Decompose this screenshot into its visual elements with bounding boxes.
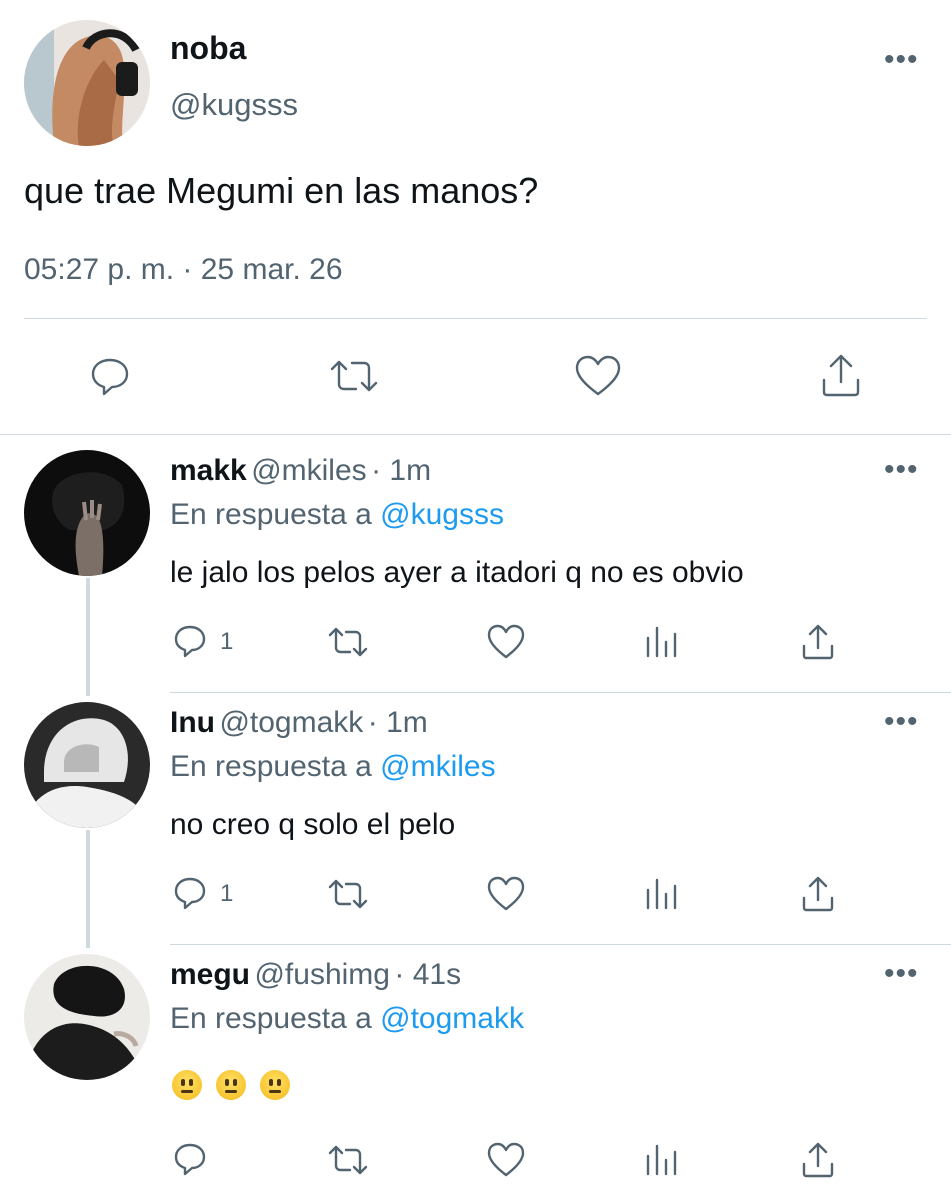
- reply-text: no creo q solo el pelo: [170, 808, 456, 841]
- reply-author-handle[interactable]: @mkiles: [251, 454, 366, 487]
- analytics-button[interactable]: [644, 1142, 678, 1178]
- analytics-button[interactable]: [644, 876, 678, 912]
- avatar-image: [24, 702, 150, 828]
- neutral-face-emoji: [172, 1070, 202, 1100]
- analytics-icon: [646, 878, 677, 910]
- reply-to-mention[interactable]: @togmakk: [380, 1002, 524, 1035]
- reply-button[interactable]: [86, 352, 134, 400]
- divider: [170, 692, 951, 693]
- avatar[interactable]: [24, 702, 150, 828]
- share-icon: [802, 876, 834, 912]
- reply-time[interactable]: · 41s: [394, 958, 461, 991]
- avatar-image: [24, 450, 150, 576]
- reply-icon: [174, 877, 206, 910]
- analytics-icon: [646, 626, 677, 658]
- tweet-timestamp[interactable]: 05:27 p. m. · 25 mar. 26: [24, 253, 343, 287]
- retweet-button[interactable]: [326, 622, 370, 662]
- author-name[interactable]: noba: [170, 30, 246, 67]
- reply-context-label: En respuesta a: [170, 750, 372, 783]
- reply-to-mention[interactable]: @kugsss: [380, 498, 504, 531]
- more-options-icon[interactable]: •••: [884, 45, 919, 75]
- retweet-icon: [330, 360, 378, 392]
- retweet-button[interactable]: [326, 874, 370, 914]
- reply-context-label: En respuesta a: [170, 1002, 372, 1035]
- reply-author-name[interactable]: makk: [170, 454, 247, 487]
- like-button[interactable]: [486, 874, 526, 914]
- avatar-image: [24, 20, 150, 146]
- analytics-icon: [646, 1144, 677, 1176]
- like-icon: [487, 876, 525, 911]
- reply-count: 1: [220, 880, 234, 907]
- retweet-icon: [328, 627, 368, 657]
- share-button[interactable]: [800, 1140, 836, 1180]
- retweet-icon: [328, 1145, 368, 1175]
- like-button[interactable]: [573, 352, 623, 400]
- share-button[interactable]: [800, 622, 836, 662]
- reply-author-handle[interactable]: @togmakk: [219, 706, 363, 739]
- reply-icon: [91, 358, 129, 396]
- share-icon: [822, 354, 860, 397]
- divider: [24, 318, 927, 319]
- reply-text: le jalo los pelos ayer a itadori q no es…: [170, 556, 744, 589]
- reply-time[interactable]: · 1m: [368, 706, 428, 739]
- share-icon: [802, 624, 834, 660]
- reply-to-mention[interactable]: @mkiles: [380, 750, 495, 783]
- reply-author-name[interactable]: megu: [170, 958, 250, 991]
- like-button[interactable]: [486, 1140, 526, 1180]
- like-icon: [575, 355, 621, 396]
- reply-button[interactable]: 1: [172, 622, 242, 662]
- like-icon: [487, 1142, 525, 1177]
- reply-count: 1: [220, 628, 234, 655]
- share-button[interactable]: [818, 350, 864, 400]
- share-icon: [802, 1142, 834, 1178]
- like-icon: [487, 624, 525, 659]
- neutral-face-emoji: [260, 1070, 290, 1100]
- reply-time[interactable]: · 1m: [371, 454, 431, 487]
- reply-icon: [174, 625, 206, 658]
- reply-context-label: En respuesta a: [170, 498, 372, 531]
- thread-line: [86, 578, 90, 696]
- avatar[interactable]: [24, 450, 150, 576]
- reply-text: [172, 1070, 304, 1102]
- reply-author-handle[interactable]: @fushimg: [254, 958, 390, 991]
- like-button[interactable]: [486, 622, 526, 662]
- more-options-icon[interactable]: •••: [884, 707, 919, 737]
- divider: [170, 944, 951, 945]
- thread-line: [86, 830, 90, 948]
- share-button[interactable]: [800, 874, 836, 914]
- retweet-button[interactable]: [326, 1140, 370, 1180]
- retweet-button[interactable]: [326, 352, 382, 400]
- avatar[interactable]: [24, 954, 150, 1080]
- more-options-icon[interactable]: •••: [884, 959, 919, 989]
- analytics-button[interactable]: [644, 624, 678, 660]
- more-options-icon[interactable]: •••: [884, 455, 919, 485]
- neutral-face-emoji: [216, 1070, 246, 1100]
- retweet-icon: [328, 879, 368, 909]
- reply-icon: [174, 1143, 206, 1176]
- avatar-image: [24, 954, 150, 1080]
- author-handle[interactable]: @kugsss: [170, 87, 298, 123]
- reply-button[interactable]: 1: [172, 874, 242, 914]
- reply-author-name[interactable]: Inu: [170, 706, 215, 739]
- divider: [0, 434, 951, 435]
- avatar[interactable]: [24, 20, 150, 146]
- reply-button[interactable]: [172, 1140, 212, 1180]
- tweet-text: que trae Megumi en las manos?: [24, 170, 539, 211]
